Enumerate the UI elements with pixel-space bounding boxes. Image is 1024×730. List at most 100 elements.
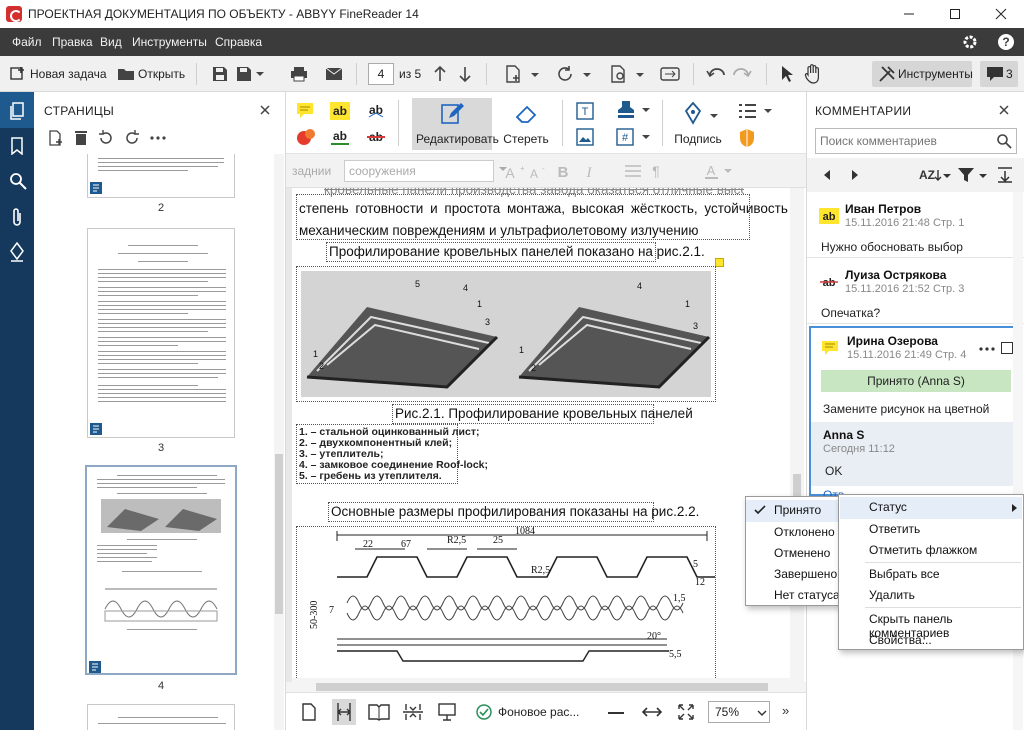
comment-card[interactable]: ab Иван Петров 15.11.2016 21:48 Стр. 1 Н…: [807, 194, 1024, 258]
search-comments-field[interactable]: [815, 128, 1017, 154]
image-icon[interactable]: [576, 128, 594, 146]
reply-card[interactable]: Anna S Сегодня 11:12 OK: [811, 422, 1021, 486]
undo-icon[interactable]: [706, 66, 726, 82]
number-field-icon[interactable]: #: [616, 128, 650, 146]
redo-icon[interactable]: [732, 66, 752, 82]
gear-icon[interactable]: [962, 34, 978, 50]
text-block[interactable]: степень готовности и простота монтажа, в…: [296, 194, 801, 240]
close-comments-icon[interactable]: [999, 105, 1009, 115]
menu-file[interactable]: Файл: [12, 35, 42, 49]
document-horizontal-scrollbar[interactable]: [286, 682, 806, 692]
legend-list[interactable]: 1. – стальной оцинкованный лист; 2. – дв…: [296, 424, 488, 484]
page-thumbnail-selected[interactable]: [85, 465, 237, 675]
add-page-small-icon[interactable]: [48, 130, 64, 146]
single-page-icon[interactable]: [302, 703, 316, 721]
text-block[interactable]: Основные размеры профилирования показаны…: [328, 502, 699, 522]
erase-button[interactable]: Стереть: [498, 98, 554, 150]
page-number-input[interactable]: 4: [368, 63, 394, 85]
print-icon[interactable]: [290, 66, 308, 82]
italic-icon[interactable]: I: [582, 163, 596, 179]
font-dropdown[interactable]: сооружения: [344, 160, 494, 182]
document-vertical-scrollbar[interactable]: [790, 188, 804, 682]
search-icon[interactable]: [9, 172, 27, 190]
edit-button[interactable]: Редактировать: [412, 98, 499, 150]
tools-toggle-button[interactable]: Инструменты: [872, 61, 973, 87]
figure-caption[interactable]: Рис.2.1. Профилирование кровельных панел…: [392, 404, 693, 424]
figure-drawing-2-2[interactable]: 1084 22 67 R2,5 25 R2,5 12 5 1,5 50-300 …: [296, 526, 716, 682]
menu-properties[interactable]: Свойства...: [869, 633, 932, 647]
menu-edit[interactable]: Правка: [52, 35, 93, 49]
filter-icon[interactable]: [957, 166, 987, 184]
page-down-icon[interactable]: [459, 66, 471, 82]
rotate-right-icon[interactable]: [124, 130, 140, 146]
line-spacing-icon[interactable]: [624, 164, 642, 178]
select-pointer-icon[interactable]: [780, 65, 794, 83]
signature-rail-icon[interactable]: [9, 242, 25, 262]
pages-scrollbar-thumb[interactable]: [275, 454, 283, 614]
maximize-button[interactable]: [932, 0, 978, 28]
underline-text-icon[interactable]: ab: [330, 128, 350, 146]
page-thumbnail[interactable]: [87, 154, 235, 198]
menu-status[interactable]: Статус: [869, 500, 907, 514]
status-accepted[interactable]: Принято: [774, 503, 821, 517]
close-button[interactable]: [978, 0, 1024, 28]
search-comments-input[interactable]: [820, 132, 990, 150]
highlight-text-icon[interactable]: ab: [330, 102, 350, 120]
recognize-page-icon[interactable]: [610, 65, 644, 83]
decrease-font-icon[interactable]: A-: [528, 164, 548, 180]
compare-icon[interactable]: [660, 66, 680, 82]
flag-checkbox[interactable]: [1001, 342, 1013, 354]
more-icon[interactable]: [150, 136, 166, 140]
more-options-icon[interactable]: [979, 347, 995, 351]
new-task-icon[interactable]: [10, 66, 26, 82]
comment-card-selected[interactable]: Ирина Озерова 15.11.2016 21:49 Стр. 4 Пр…: [809, 326, 1023, 502]
strikethrough-text-icon[interactable]: ab: [366, 128, 386, 146]
bookmark-icon[interactable]: [10, 137, 24, 155]
font-color-icon[interactable]: A: [704, 163, 734, 179]
search-comments-icon[interactable]: [996, 133, 1012, 149]
stamp-shape-icon[interactable]: [296, 128, 316, 146]
text-box-icon[interactable]: T: [576, 102, 594, 120]
folder-icon[interactable]: [117, 66, 135, 82]
add-page-icon[interactable]: [505, 65, 539, 83]
close-icon[interactable]: [260, 105, 270, 115]
increase-font-icon[interactable]: A +: [504, 164, 524, 180]
list-icon[interactable]: [738, 102, 772, 120]
save-icon[interactable]: [212, 66, 228, 82]
mail-icon[interactable]: [325, 67, 343, 81]
shield-icon[interactable]: [738, 128, 756, 148]
page-up-icon[interactable]: [434, 66, 446, 82]
menu-flag[interactable]: Отметить флажком: [869, 543, 977, 557]
fit-width-zoom-icon[interactable]: [642, 705, 662, 719]
sort-az-icon[interactable]: AZ: [919, 166, 951, 184]
presentation-icon[interactable]: [438, 703, 456, 721]
next-comment-icon[interactable]: [851, 170, 859, 180]
status-cancelled[interactable]: Отменено: [774, 546, 830, 560]
comments-toggle-button[interactable]: 3: [980, 61, 1018, 87]
bold-icon[interactable]: B: [556, 163, 570, 179]
save-as-icon[interactable]: [236, 66, 266, 82]
hand-tool-icon[interactable]: [804, 64, 822, 84]
new-task-button[interactable]: Новая задача: [30, 67, 107, 81]
document-view[interactable]: кровельные панели производства завода ок…: [286, 188, 806, 682]
attachment-icon[interactable]: [10, 207, 24, 227]
comment-card[interactable]: ab Луиза Острякова 15.11.2016 21:52 Стр.…: [807, 260, 1024, 324]
horizontal-scrollbar-thumb[interactable]: [316, 683, 768, 691]
minimize-button[interactable]: [886, 0, 932, 28]
scroll-view-icon[interactable]: [402, 703, 424, 721]
pages-scrollbar[interactable]: [274, 154, 284, 730]
menu-select-all[interactable]: Выбрать все: [869, 567, 940, 581]
signature-button[interactable]: Подпись: [672, 98, 724, 150]
fit-width-button[interactable]: [332, 699, 356, 725]
style-dropdown[interactable]: заднии: [286, 160, 340, 182]
text-block[interactable]: Профилирование кровельных панелей показа…: [326, 242, 705, 262]
fit-page-icon[interactable]: [678, 704, 694, 720]
page-thumbnail[interactable]: [87, 228, 235, 438]
menu-tools[interactable]: Инструменты: [132, 35, 207, 49]
text-insert-icon[interactable]: ab: [366, 102, 386, 120]
menu-view[interactable]: Вид: [100, 35, 122, 49]
delete-icon[interactable]: [74, 130, 88, 146]
menu-delete[interactable]: Удалить: [869, 588, 915, 602]
stamp-icon[interactable]: [616, 100, 650, 120]
help-icon[interactable]: ?: [997, 33, 1015, 51]
